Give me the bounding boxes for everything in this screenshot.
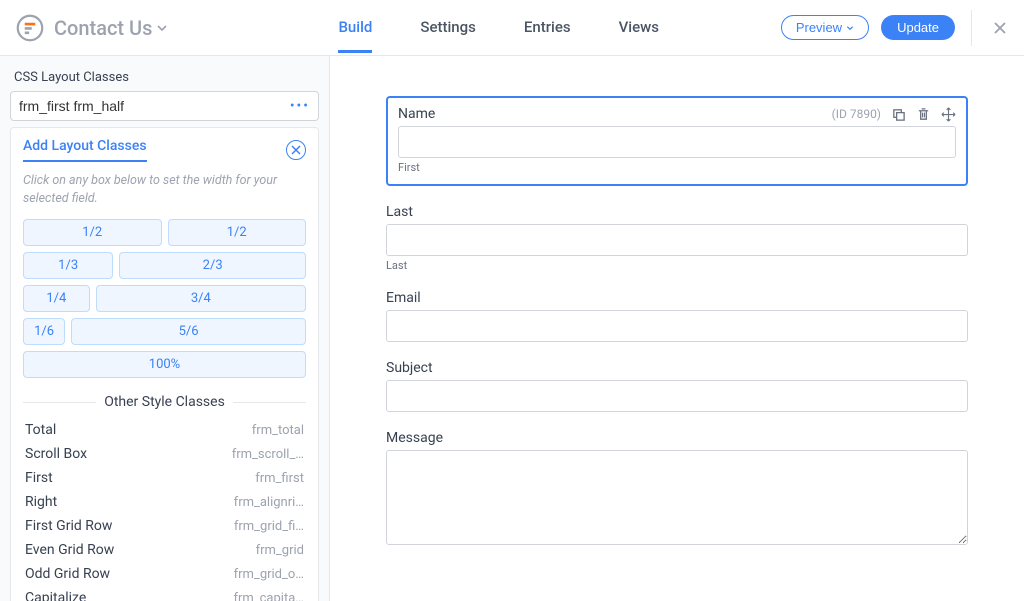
class-item-first-grid-row[interactable]: First Grid Row frm_grid_fi… — [25, 516, 304, 536]
name-input[interactable] — [398, 126, 956, 158]
class-item-right[interactable]: Right frm_alignri… — [25, 492, 304, 512]
message-textarea[interactable] — [386, 450, 968, 545]
class-code: frm_capita… — [233, 591, 304, 601]
form-canvas: Name (ID 7890) First Last — [330, 56, 1024, 601]
class-code: frm_first — [255, 471, 304, 486]
field-last[interactable]: Last Last — [386, 204, 968, 272]
class-label: First — [25, 470, 53, 486]
field-label: Last — [386, 204, 968, 220]
update-button[interactable]: Update — [881, 15, 955, 40]
class-label: Scroll Box — [25, 446, 87, 462]
class-code: frm_grid_fi… — [234, 519, 304, 534]
class-label: First Grid Row — [25, 518, 112, 534]
class-label: Capitalize — [25, 590, 86, 601]
field-label: Message — [386, 430, 968, 446]
class-item-scrollbox[interactable]: Scroll Box frm_scroll_… — [25, 444, 304, 464]
divider — [971, 10, 972, 46]
class-item-even-grid-row[interactable]: Even Grid Row frm_grid — [25, 540, 304, 560]
tab-entries[interactable]: Entries — [524, 2, 571, 53]
last-input[interactable] — [386, 224, 968, 256]
topbar-actions: Preview Update — [781, 10, 1012, 46]
other-classes-divider: Other Style Classes — [23, 394, 306, 410]
main-tabs: Build Settings Entries Views — [338, 2, 659, 53]
class-item-total[interactable]: Total frm_total — [25, 420, 304, 440]
trash-icon[interactable] — [916, 107, 931, 122]
layout-2-3[interactable]: 2/3 — [119, 252, 306, 279]
layout-1-4[interactable]: 1/4 — [23, 285, 90, 312]
css-input-wrap: ••• — [10, 91, 319, 121]
page-title[interactable]: Contact Us — [54, 16, 168, 40]
duplicate-icon[interactable] — [891, 107, 906, 122]
class-item-capitalize[interactable]: Capitalize frm_capita… — [25, 588, 304, 601]
layout-3-4[interactable]: 3/4 — [96, 285, 306, 312]
more-icon[interactable]: ••• — [290, 98, 310, 114]
layout-grid: 1/2 1/2 1/3 2/3 1/4 3/4 1/6 5/6 100% — [23, 219, 306, 378]
preview-button[interactable]: Preview — [781, 15, 869, 40]
class-code: frm_alignri… — [234, 495, 304, 510]
other-classes-list: Total frm_total Scroll Box frm_scroll_… … — [23, 420, 306, 601]
layout-1-2[interactable]: 1/2 — [168, 219, 307, 246]
caret-down-icon — [846, 24, 854, 32]
move-icon[interactable] — [941, 107, 956, 122]
class-label: Even Grid Row — [25, 542, 114, 558]
field-id: (ID 7890) — [832, 107, 881, 121]
field-subject[interactable]: Subject — [386, 360, 968, 412]
tab-settings[interactable]: Settings — [420, 2, 476, 53]
layout-1-6[interactable]: 1/6 — [23, 318, 65, 345]
field-label: Subject — [386, 360, 968, 376]
class-item-odd-grid-row[interactable]: Odd Grid Row frm_grid_o… — [25, 564, 304, 584]
class-code: frm_grid — [256, 543, 304, 558]
top-bar: Contact Us Build Settings Entries Views … — [0, 0, 1024, 56]
class-code: frm_scroll_… — [232, 447, 304, 462]
field-sublabel: Last — [386, 259, 968, 272]
field-email[interactable]: Email — [386, 290, 968, 342]
layout-5-6[interactable]: 5/6 — [71, 318, 306, 345]
help-text: Click on any box below to set the width … — [23, 172, 306, 207]
card-title: Add Layout Classes — [23, 138, 147, 162]
page-title-text: Contact Us — [54, 16, 152, 40]
preview-label: Preview — [796, 20, 842, 35]
tab-views[interactable]: Views — [619, 2, 659, 53]
field-label: Name — [398, 106, 435, 122]
tab-build[interactable]: Build — [338, 2, 372, 53]
field-label: Email — [386, 290, 968, 306]
close-icon[interactable] — [988, 16, 1012, 40]
layout-100[interactable]: 100% — [23, 351, 306, 378]
layout-1-2[interactable]: 1/2 — [23, 219, 162, 246]
field-meta: (ID 7890) — [832, 107, 956, 122]
css-layout-label: CSS Layout Classes — [14, 70, 315, 85]
caret-down-icon — [156, 22, 168, 34]
field-message[interactable]: Message — [386, 430, 968, 549]
field-name[interactable]: Name (ID 7890) First — [386, 96, 968, 186]
layout-1-3[interactable]: 1/3 — [23, 252, 113, 279]
email-input[interactable] — [386, 310, 968, 342]
field-sublabel: First — [398, 161, 956, 174]
other-classes-label: Other Style Classes — [104, 394, 225, 410]
app-logo-icon — [16, 14, 44, 42]
class-code: frm_grid_o… — [234, 567, 304, 582]
sidebar: CSS Layout Classes ••• Add Layout Classe… — [0, 56, 330, 601]
class-code: frm_total — [252, 423, 304, 438]
layout-classes-card: Add Layout Classes Click on any box belo… — [10, 127, 319, 601]
class-label: Odd Grid Row — [25, 566, 110, 582]
class-label: Total — [25, 422, 56, 438]
card-close-icon[interactable] — [286, 140, 306, 160]
css-classes-input[interactable] — [19, 98, 290, 114]
class-item-first[interactable]: First frm_first — [25, 468, 304, 488]
subject-input[interactable] — [386, 380, 968, 412]
class-label: Right — [25, 494, 57, 510]
